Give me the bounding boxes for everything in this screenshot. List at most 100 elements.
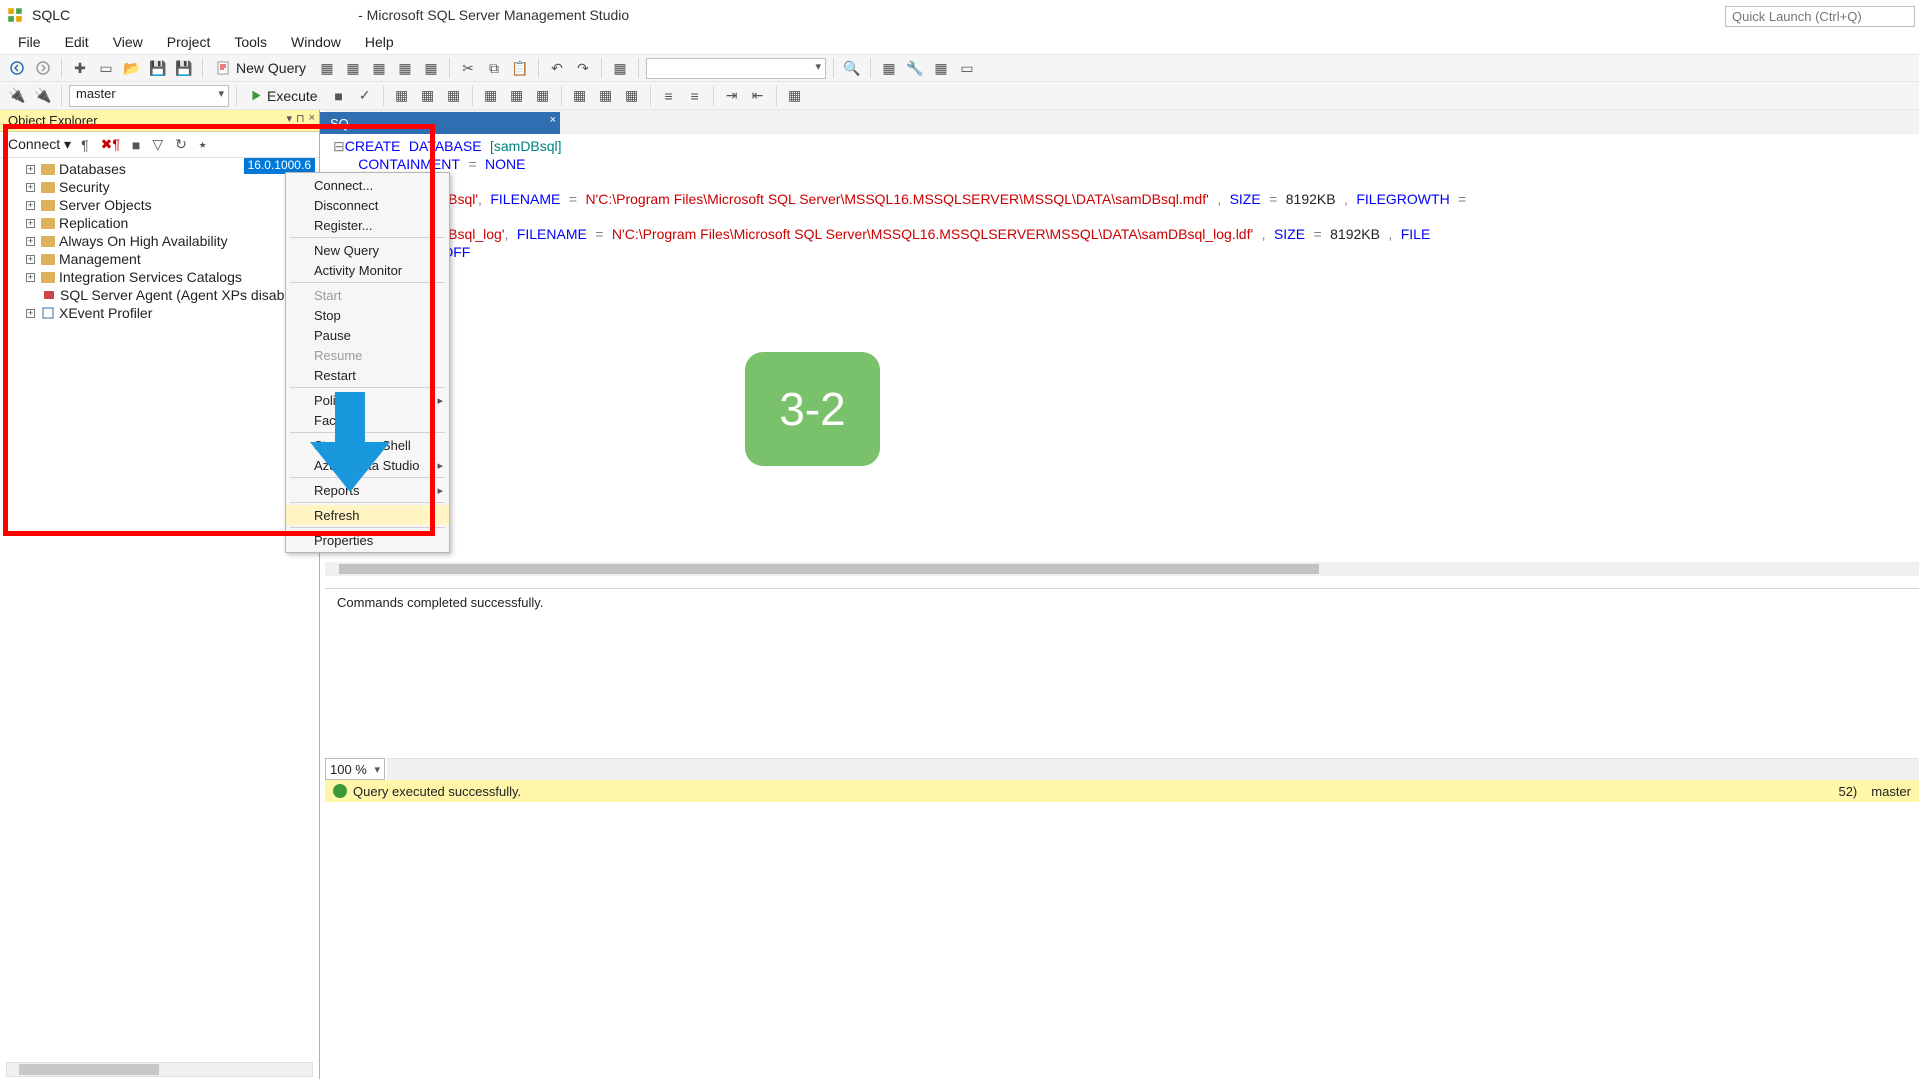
menu-view[interactable]: View <box>101 31 155 53</box>
actual-plan-icon[interactable]: ▦ <box>480 85 502 107</box>
connect-dropdown[interactable]: Connect ▾ <box>8 136 71 153</box>
results-text-icon[interactable]: ▦ <box>569 85 591 107</box>
quick-launch-input[interactable] <box>1725 6 1915 27</box>
ctx-facets[interactable]: Facets <box>286 410 449 430</box>
close-icon[interactable]: × <box>309 112 315 125</box>
forward-icon[interactable] <box>32 57 54 79</box>
as-mdx-icon[interactable]: ▦ <box>342 57 364 79</box>
ctx-restart[interactable]: Restart <box>286 365 449 385</box>
tab-close-icon[interactable]: × <box>550 114 556 126</box>
scrollbar-thumb[interactable] <box>339 564 1319 574</box>
menu-window[interactable]: Window <box>279 31 353 53</box>
tree-node-always-on[interactable]: +Always On High Availability <box>4 232 315 250</box>
window-layout-icon[interactable]: ▭ <box>956 57 978 79</box>
disconnect-obj-icon[interactable]: ✖¶ <box>99 136 122 153</box>
outdent-icon[interactable]: ⇤ <box>747 85 769 107</box>
object-explorer-scrollbar[interactable] <box>6 1062 313 1077</box>
stop-execute-icon[interactable]: ■ <box>328 85 350 107</box>
editor-horizontal-scrollbar[interactable] <box>325 562 1919 576</box>
back-icon[interactable] <box>6 57 28 79</box>
tree-node-server-objects[interactable]: +Server Objects <box>4 196 315 214</box>
uncomment-icon[interactable]: ≡ <box>684 85 706 107</box>
expand-icon[interactable]: + <box>26 165 35 174</box>
refresh-icon[interactable]: ↻ <box>173 136 189 153</box>
estimated-plan-icon[interactable]: ▦ <box>391 85 413 107</box>
database-dropdown[interactable]: master <box>69 85 229 107</box>
menu-file[interactable]: File <box>6 31 53 53</box>
save-all-icon[interactable]: 💾 <box>173 57 195 79</box>
expand-icon[interactable]: + <box>26 309 35 318</box>
new-item-icon[interactable]: ✚ <box>69 57 91 79</box>
pin-icon[interactable]: ⊓ <box>296 112 305 125</box>
connect-obj-icon[interactable]: ¶ <box>79 137 91 153</box>
ctx-stop[interactable]: Stop <box>286 305 449 325</box>
save-icon[interactable]: 💾 <box>147 57 169 79</box>
expand-icon[interactable]: + <box>26 201 35 210</box>
activity-icon[interactable]: ⭑ <box>197 136 209 153</box>
tree-node-management[interactable]: +Management <box>4 250 315 268</box>
launch-icon[interactable]: ▦ <box>609 57 631 79</box>
ctx-powershell[interactable]: Start PowerShell <box>286 435 449 455</box>
undo-icon[interactable]: ↶ <box>546 57 568 79</box>
expand-icon[interactable]: + <box>26 219 35 228</box>
zoom-dropdown[interactable]: 100 % <box>325 758 385 780</box>
wrench-icon[interactable]: 🔧 <box>904 57 926 79</box>
ctx-policies[interactable]: Policies <box>286 390 449 410</box>
tree-node-replication[interactable]: +Replication <box>4 214 315 232</box>
find-icon[interactable]: 🔍 <box>841 57 863 79</box>
ctx-reports[interactable]: Reports <box>286 480 449 500</box>
menu-project[interactable]: Project <box>155 31 223 53</box>
editor-tab-active[interactable]: SQ × <box>320 112 560 134</box>
ctx-new-query[interactable]: New Query <box>286 240 449 260</box>
as-dax-icon[interactable]: ▦ <box>420 57 442 79</box>
stop-icon[interactable]: ■ <box>130 137 142 153</box>
client-stats-icon[interactable]: ▦ <box>532 85 554 107</box>
expand-icon[interactable]: + <box>26 183 35 192</box>
expand-icon[interactable]: + <box>26 273 35 282</box>
new-project-icon[interactable]: ▭ <box>95 57 117 79</box>
menu-help[interactable]: Help <box>353 31 406 53</box>
copy-icon[interactable]: ⧉ <box>483 57 505 79</box>
tree-node-xevent[interactable]: +XEvent Profiler <box>4 304 315 322</box>
tree-node-security[interactable]: +Security <box>4 178 315 196</box>
ctx-properties[interactable]: Properties <box>286 530 449 550</box>
parse-icon[interactable]: ✓ <box>354 85 376 107</box>
template-icon[interactable]: ▦ <box>930 57 952 79</box>
query-options-icon[interactable]: ▦ <box>417 85 439 107</box>
cut-icon[interactable]: ✂ <box>457 57 479 79</box>
ctx-azure-data-studio[interactable]: Azure Data Studio <box>286 455 449 475</box>
open-file-icon[interactable]: 📂 <box>121 57 143 79</box>
messages-scrollbar[interactable] <box>387 758 1919 780</box>
execute-button[interactable]: Execute <box>244 85 324 107</box>
tree-node-agent[interactable]: SQL Server Agent (Agent XPs disabled) <box>4 286 315 304</box>
menu-edit[interactable]: Edit <box>53 31 101 53</box>
db-engine-query-icon[interactable]: ▦ <box>316 57 338 79</box>
sql-editor[interactable]: ⊟CREATE DATABASE [samDBsql] CONTAINMENT … <box>325 134 1919 574</box>
results-grid-icon[interactable]: ▦ <box>595 85 617 107</box>
specify-values-icon[interactable]: ▦ <box>784 85 806 107</box>
filter-icon[interactable]: ▽ <box>150 136 165 153</box>
expand-icon[interactable]: + <box>26 237 35 246</box>
ctx-disconnect[interactable]: Disconnect <box>286 195 449 215</box>
scrollbar-thumb[interactable] <box>19 1064 159 1075</box>
registered-servers-icon[interactable]: ▦ <box>878 57 900 79</box>
comment-icon[interactable]: ≡ <box>658 85 680 107</box>
connect-icon[interactable]: 🔌 <box>6 85 28 107</box>
new-query-button[interactable]: New Query <box>210 57 312 79</box>
ctx-activity-monitor[interactable]: Activity Monitor <box>286 260 449 280</box>
expand-icon[interactable]: + <box>26 255 35 264</box>
as-dmx-icon[interactable]: ▦ <box>368 57 390 79</box>
dropdown-icon[interactable]: ▾ <box>286 112 292 125</box>
ctx-connect[interactable]: Connect... <box>286 175 449 195</box>
ctx-register[interactable]: Register... <box>286 215 449 235</box>
ctx-refresh[interactable]: Refresh <box>286 505 449 525</box>
solution-config-dropdown[interactable] <box>646 58 826 79</box>
paste-icon[interactable]: 📋 <box>509 57 531 79</box>
tree-node-isc[interactable]: +Integration Services Catalogs <box>4 268 315 286</box>
object-explorer-tree[interactable]: +Databases +Security +Server Objects +Re… <box>0 158 319 324</box>
change-connection-icon[interactable]: 🔌 <box>32 85 54 107</box>
as-xmla-icon[interactable]: ▦ <box>394 57 416 79</box>
redo-icon[interactable]: ↷ <box>572 57 594 79</box>
intellisense-icon[interactable]: ▦ <box>443 85 465 107</box>
indent-icon[interactable]: ⇥ <box>721 85 743 107</box>
